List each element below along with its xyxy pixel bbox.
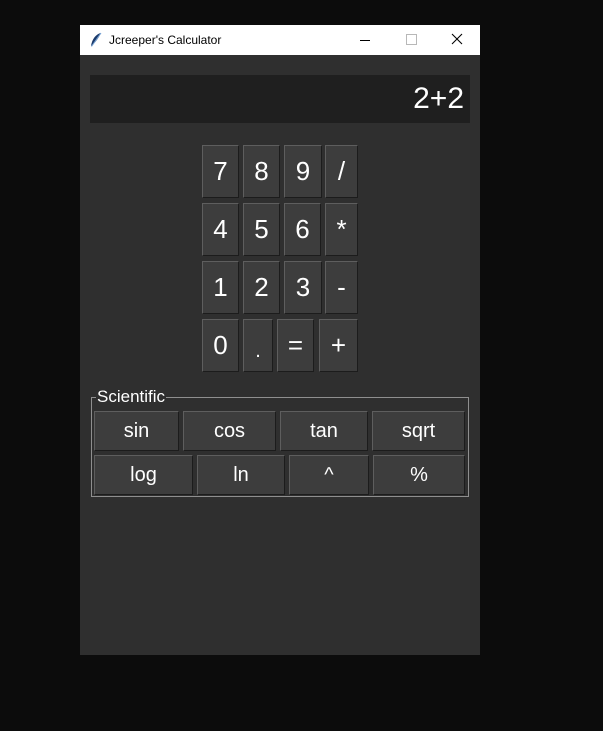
key-equals[interactable]: = [277,319,314,372]
maximize-button[interactable] [388,25,434,55]
feather-icon [89,32,103,48]
percent-button[interactable]: % [373,455,465,495]
close-button[interactable] [434,25,480,55]
tan-button[interactable]: tan [280,411,368,451]
close-icon [451,33,463,45]
minimize-button[interactable] [342,25,388,55]
minimize-icon [360,40,370,41]
key-minus[interactable]: - [325,261,358,314]
key-1[interactable]: 1 [202,261,239,314]
calculator-display[interactable]: 2+2 [90,75,470,123]
key-3[interactable]: 3 [284,261,322,314]
key-7[interactable]: 7 [202,145,239,198]
key-8[interactable]: 8 [243,145,280,198]
key-4[interactable]: 4 [202,203,239,256]
title-bar[interactable]: Jcreeper's Calculator [80,25,480,55]
key-2[interactable]: 2 [243,261,280,314]
window-title: Jcreeper's Calculator [109,33,222,47]
cos-button[interactable]: cos [183,411,276,451]
key-divide[interactable]: / [325,145,358,198]
scientific-label: Scientific [96,387,167,407]
sqrt-button[interactable]: sqrt [372,411,465,451]
display-value: 2+2 [413,82,464,115]
key-0[interactable]: 0 [202,319,239,372]
calculator-window: Jcreeper's Calculator 2+2 7 8 9 / 4 5 6 … [80,25,480,655]
key-9[interactable]: 9 [284,145,322,198]
key-6[interactable]: 6 [284,203,321,256]
power-button[interactable]: ^ [289,455,369,495]
ln-button[interactable]: ln [197,455,285,495]
key-5[interactable]: 5 [243,203,280,256]
sin-button[interactable]: sin [94,411,179,451]
key-decimal[interactable]: . [243,319,273,372]
log-button[interactable]: log [94,455,193,495]
maximize-icon [406,34,417,45]
key-plus[interactable]: + [319,319,358,372]
key-multiply[interactable]: * [325,203,358,256]
